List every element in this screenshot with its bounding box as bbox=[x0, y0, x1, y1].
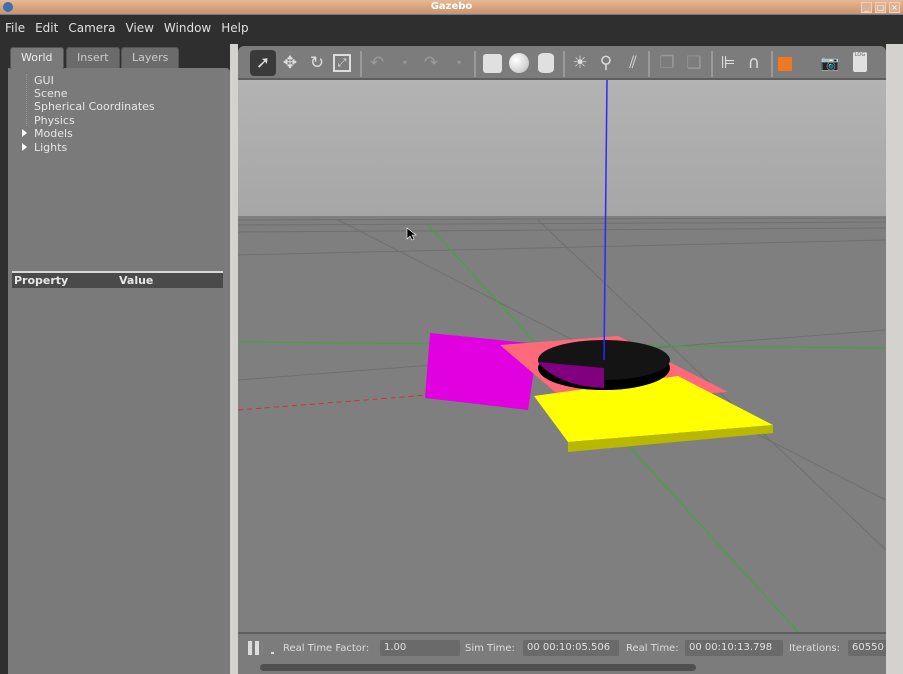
panel-splitter[interactable] bbox=[230, 44, 238, 674]
box-icon[interactable] bbox=[483, 54, 502, 73]
separator bbox=[360, 51, 362, 77]
menu-file[interactable]: File bbox=[5, 21, 25, 35]
tree-item-physics[interactable]: Physics bbox=[34, 114, 75, 127]
paste-icon[interactable]: ❏ bbox=[683, 52, 705, 74]
separator bbox=[771, 51, 773, 77]
pause-icon-bar[interactable] bbox=[255, 641, 259, 655]
value-column: Value bbox=[119, 274, 154, 287]
snap-icon[interactable]: ∩ bbox=[743, 52, 765, 74]
step-icon[interactable] bbox=[271, 652, 274, 654]
status-bar: Real Time Factor: 1.00 Sim Time: 00 00:1… bbox=[238, 632, 886, 674]
menu-bar: File Edit Camera View Window Help bbox=[0, 15, 903, 40]
maximize-button[interactable]: □ bbox=[875, 2, 886, 13]
app-icon bbox=[3, 2, 13, 12]
rotate-icon[interactable]: ↻ bbox=[306, 52, 328, 74]
separator bbox=[648, 51, 650, 77]
menu-camera[interactable]: Camera bbox=[68, 21, 115, 35]
scale-icon[interactable]: ⤢ bbox=[333, 54, 351, 72]
menu-help[interactable]: Help bbox=[221, 21, 248, 35]
separator bbox=[563, 51, 565, 77]
rtf-label: Real Time Factor: bbox=[283, 643, 370, 654]
iterations-value: 60550 bbox=[848, 640, 886, 656]
translate-icon[interactable]: ✥ bbox=[279, 52, 301, 74]
tab-layers[interactable]: Layers bbox=[121, 47, 180, 68]
horizontal-scrollbar[interactable] bbox=[260, 664, 696, 671]
select-arrow-icon[interactable]: ➚ bbox=[250, 50, 276, 76]
minimize-button[interactable]: _ bbox=[861, 2, 872, 13]
point-light-icon[interactable]: ☀ bbox=[569, 52, 591, 74]
sky bbox=[238, 80, 886, 218]
world-panel bbox=[8, 68, 230, 674]
rtf-value: 1.00 bbox=[380, 640, 460, 656]
tree-item-models[interactable]: Models bbox=[34, 127, 73, 140]
3d-viewport[interactable] bbox=[238, 80, 886, 632]
log-icon[interactable]: LOG bbox=[853, 52, 867, 72]
tab-insert[interactable]: Insert bbox=[66, 47, 120, 68]
sim-time-label: Sim Time: bbox=[465, 643, 515, 654]
menu-edit[interactable]: Edit bbox=[35, 21, 58, 35]
tab-world[interactable]: World bbox=[10, 47, 64, 69]
close-button[interactable]: × bbox=[889, 2, 900, 13]
expand-lights-icon[interactable] bbox=[22, 143, 27, 151]
screenshot-icon[interactable]: 📷 bbox=[819, 52, 841, 74]
cylinder-icon[interactable] bbox=[538, 53, 554, 73]
view-angle-icon[interactable] bbox=[778, 57, 792, 71]
title-bar: Gazebo _ □ × bbox=[0, 0, 903, 15]
pause-icon[interactable] bbox=[248, 641, 252, 655]
redo-dropdown-icon[interactable]: ▾ bbox=[448, 52, 470, 74]
directional-light-icon[interactable]: ⫽ bbox=[622, 52, 644, 74]
tree-line bbox=[26, 74, 27, 126]
copy-icon[interactable]: ❐ bbox=[656, 52, 678, 74]
sim-time-value: 00 00:10:05.506 bbox=[523, 640, 619, 656]
toolbar: ➚ ✥ ↻ ⤢ ↶ ▾ ↷ ▾ ☀ ⚲ ⫽ ❐ ❏ ⊫ ∩ 📷 LOG bbox=[238, 46, 886, 80]
property-column: Property bbox=[14, 274, 69, 287]
separator bbox=[711, 51, 713, 77]
undo-dropdown-icon[interactable]: ▾ bbox=[394, 52, 416, 74]
align-icon[interactable]: ⊫ bbox=[717, 52, 739, 74]
menu-window[interactable]: Window bbox=[164, 21, 211, 35]
property-header: Property Value bbox=[12, 271, 223, 288]
iterations-label: Iterations: bbox=[789, 643, 840, 654]
window-title: Gazebo bbox=[430, 1, 473, 12]
right-panel-splitter[interactable] bbox=[886, 44, 903, 674]
tree-item-lights[interactable]: Lights bbox=[34, 141, 67, 154]
tree-item-gui[interactable]: GUI bbox=[34, 74, 54, 87]
real-time-value: 00 00:10:13.798 bbox=[685, 640, 783, 656]
tree-item-spherical-coordinates[interactable]: Spherical Coordinates bbox=[34, 100, 155, 113]
expand-models-icon[interactable] bbox=[22, 129, 27, 137]
real-time-label: Real Time: bbox=[626, 643, 679, 654]
undo-icon[interactable]: ↶ bbox=[366, 52, 388, 74]
tree-item-scene[interactable]: Scene bbox=[34, 87, 68, 100]
spot-light-icon[interactable]: ⚲ bbox=[595, 52, 617, 74]
sphere-icon[interactable] bbox=[509, 53, 529, 73]
separator bbox=[474, 51, 476, 77]
menu-view[interactable]: View bbox=[125, 21, 153, 35]
redo-icon[interactable]: ↷ bbox=[420, 52, 442, 74]
